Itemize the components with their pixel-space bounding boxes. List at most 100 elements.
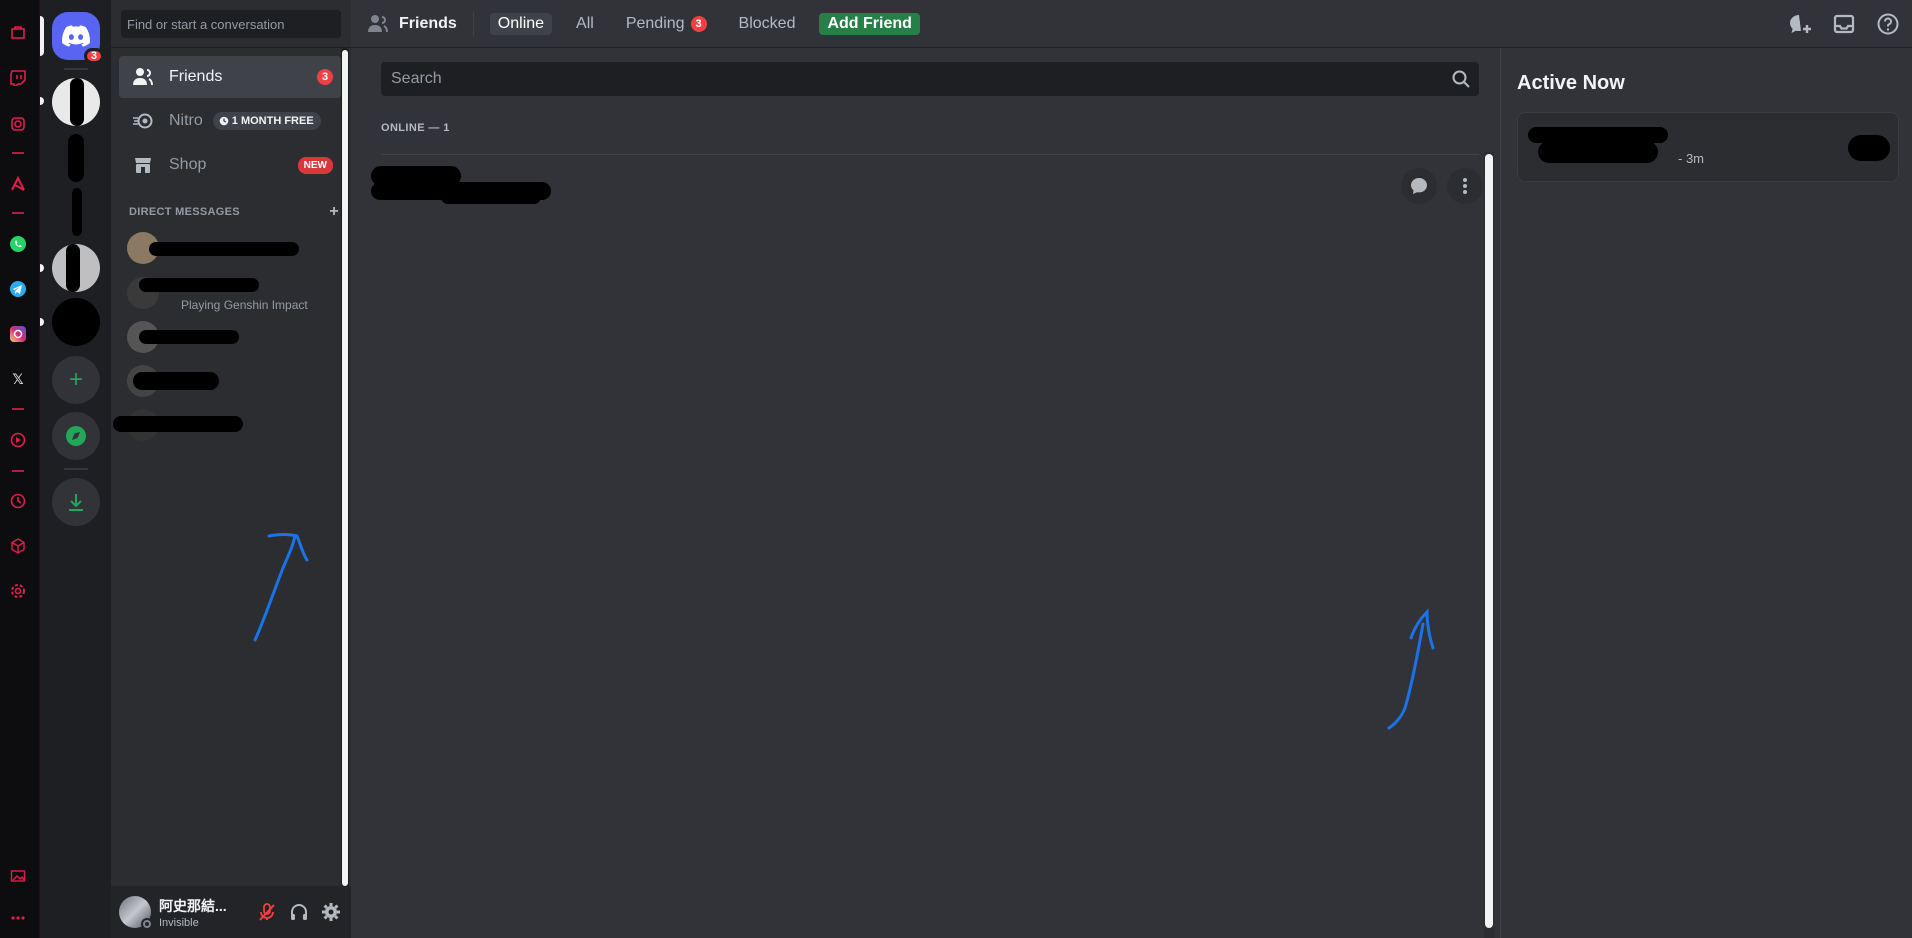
compass-icon bbox=[66, 426, 86, 446]
selected-indicator bbox=[40, 16, 44, 56]
friends-toolbar: Friends Online All Pending 3 Blocked Add… bbox=[351, 0, 1912, 48]
user-avatar[interactable] bbox=[119, 896, 153, 930]
nitro-promo-pill: 1 MONTH FREE bbox=[212, 112, 321, 130]
message-button[interactable] bbox=[1401, 168, 1437, 204]
divider bbox=[12, 212, 24, 214]
annotation-arrow bbox=[1387, 608, 1435, 730]
friends-nav-item[interactable]: Friends 3 bbox=[119, 56, 341, 98]
unread-indicator bbox=[40, 97, 44, 105]
whatsapp-icon[interactable] bbox=[8, 234, 28, 254]
home-button[interactable]: 3 bbox=[40, 12, 104, 64]
gallery-icon[interactable] bbox=[8, 866, 28, 886]
divider bbox=[12, 470, 24, 472]
status-indicator bbox=[141, 918, 153, 930]
redaction bbox=[113, 416, 243, 432]
redaction bbox=[70, 78, 84, 126]
tab-all[interactable]: All bbox=[568, 13, 602, 35]
annotation-arrow bbox=[253, 533, 309, 642]
shop-label: Shop bbox=[169, 156, 207, 173]
friend-list-item[interactable] bbox=[371, 156, 1483, 218]
server-icon[interactable] bbox=[52, 78, 100, 126]
server-icon[interactable] bbox=[52, 244, 100, 292]
x-icon[interactable]: 𝕏 bbox=[8, 369, 28, 389]
add-friend-button[interactable]: Add Friend bbox=[819, 12, 920, 35]
scrollbar-thumb[interactable] bbox=[1485, 154, 1493, 928]
tab-pending[interactable]: Pending 3 bbox=[618, 13, 715, 35]
activity-duration: - 3m bbox=[1678, 151, 1704, 166]
twitch-icon[interactable] bbox=[8, 68, 28, 88]
instagram-icon[interactable] bbox=[8, 324, 28, 344]
inbox-icon[interactable] bbox=[1832, 12, 1856, 36]
create-dm-icon[interactable]: + bbox=[329, 204, 339, 220]
settings-icon[interactable] bbox=[8, 581, 28, 601]
clock-icon bbox=[219, 116, 229, 126]
redaction bbox=[1848, 135, 1890, 161]
find-conversation-input[interactable]: Find or start a conversation bbox=[121, 10, 341, 38]
page-title-text: Friends bbox=[399, 14, 457, 32]
shopping-bag-icon[interactable] bbox=[8, 22, 28, 42]
redaction bbox=[66, 244, 80, 292]
server-icon[interactable] bbox=[52, 298, 100, 346]
user-settings-gear-icon[interactable] bbox=[319, 898, 343, 926]
dm-scrollbar[interactable] bbox=[341, 48, 349, 888]
shop-nav-item[interactable]: Shop NEW bbox=[119, 144, 341, 186]
explore-servers-button[interactable] bbox=[52, 412, 100, 460]
friends-search-input[interactable]: Search bbox=[381, 62, 1479, 96]
dm-list-item[interactable] bbox=[119, 316, 341, 358]
cube-icon[interactable] bbox=[8, 536, 28, 556]
active-now-card[interactable]: - 3m bbox=[1517, 112, 1899, 182]
main-area: Friends Online All Pending 3 Blocked Add… bbox=[351, 0, 1912, 938]
user-status: Invisible bbox=[159, 916, 199, 929]
server-icon[interactable] bbox=[52, 134, 100, 182]
direct-messages-header: DIRECT MESSAGES + bbox=[129, 204, 339, 220]
app-window: 𝕏 3 + Find or start a conversation Frien… bbox=[0, 0, 1912, 938]
user-info[interactable]: 阿史那結... Invisible bbox=[159, 896, 227, 929]
friends-scrollbar[interactable] bbox=[1482, 152, 1496, 938]
help-icon[interactable] bbox=[1876, 12, 1900, 36]
dm-list-item[interactable] bbox=[113, 404, 341, 446]
server-icon[interactable] bbox=[52, 188, 100, 236]
friends-search-placeholder: Search bbox=[391, 70, 442, 87]
redaction bbox=[139, 330, 239, 344]
chat-bubble-icon bbox=[1411, 178, 1427, 194]
redaction bbox=[72, 188, 82, 236]
more-options-button[interactable] bbox=[1447, 168, 1483, 204]
new-group-dm-icon[interactable] bbox=[1788, 12, 1812, 36]
download-icon bbox=[69, 494, 83, 511]
dm-list-item[interactable] bbox=[119, 227, 341, 269]
telegram-icon[interactable] bbox=[8, 279, 28, 299]
more-vertical-icon bbox=[1463, 178, 1467, 194]
mute-microphone-icon[interactable] bbox=[255, 898, 279, 926]
player-icon[interactable] bbox=[8, 430, 28, 450]
user-controls bbox=[255, 898, 343, 926]
redaction bbox=[1538, 141, 1658, 163]
more-icon[interactable] bbox=[8, 908, 28, 928]
dm-search-container: Find or start a conversation bbox=[111, 0, 351, 48]
friends-content: Search ONLINE — 1 bbox=[351, 48, 1499, 938]
dm-list-item[interactable]: Playing Genshin Impact bbox=[119, 272, 341, 314]
friends-badge: 3 bbox=[317, 69, 333, 85]
instagram-outline-icon[interactable] bbox=[8, 114, 28, 134]
headphones-icon[interactable] bbox=[287, 898, 311, 926]
dm-scrollbar-thumb[interactable] bbox=[342, 50, 348, 886]
search-icon bbox=[1452, 70, 1470, 88]
tab-online[interactable]: Online bbox=[489, 12, 553, 35]
notification-badge: 3 bbox=[83, 48, 104, 64]
user-panel: 阿史那結... Invisible bbox=[111, 886, 351, 938]
nitro-nav-item[interactable]: Nitro 1 MONTH FREE bbox=[119, 100, 341, 142]
aria-icon[interactable] bbox=[8, 174, 28, 194]
add-server-button[interactable]: + bbox=[52, 356, 100, 404]
tab-blocked[interactable]: Blocked bbox=[731, 13, 804, 35]
dm-list-item[interactable] bbox=[119, 360, 341, 402]
friends-label: Friends bbox=[169, 68, 223, 85]
unread-indicator bbox=[40, 318, 44, 326]
redaction bbox=[139, 278, 259, 292]
tab-pending-label: Pending bbox=[625, 14, 685, 32]
download-apps-button[interactable] bbox=[52, 478, 100, 526]
shop-icon bbox=[131, 153, 155, 177]
active-now-title: Active Now bbox=[1517, 72, 1625, 94]
nitro-label: Nitro bbox=[169, 112, 203, 129]
redaction bbox=[68, 134, 84, 182]
history-icon[interactable] bbox=[8, 491, 28, 511]
page-title: Friends bbox=[367, 14, 457, 34]
